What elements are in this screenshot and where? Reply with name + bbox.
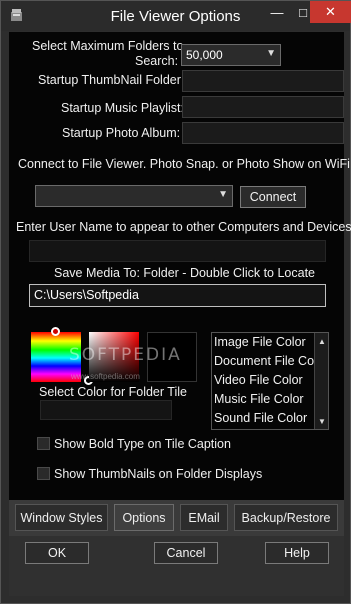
tab-bar: Window Styles Options EMail Backup/Resto…	[9, 500, 344, 536]
list-item[interactable]: Image File Color	[212, 333, 328, 352]
music-playlist-label: Startup Music Playlist:	[61, 101, 184, 115]
tab-email[interactable]: EMail	[180, 504, 228, 531]
help-button[interactable]: Help	[265, 542, 329, 564]
photo-album-field[interactable]	[182, 122, 344, 144]
thumbnail-folder-field[interactable]	[182, 70, 344, 92]
thumbnails-checkbox[interactable]	[37, 467, 50, 480]
list-item[interactable]: Video File Color	[212, 371, 328, 390]
scroll-up-icon[interactable]: ▲	[316, 334, 328, 348]
select-color-label: Select Color for Folder Tile	[39, 385, 187, 399]
list-item[interactable]: Sound File Color	[212, 409, 328, 428]
music-playlist-field[interactable]	[182, 96, 344, 118]
hue-selector-dot[interactable]	[51, 327, 60, 336]
list-scrollbar[interactable]: ▲ ▼	[314, 333, 328, 429]
thumbnail-folder-label: Startup ThumbNail Folder:	[38, 73, 185, 87]
max-folders-label-line1: Select Maximum Folders to	[32, 39, 184, 53]
bold-caption-label: Show Bold Type on Tile Caption	[54, 437, 231, 451]
wifi-device-select[interactable]: ▼	[35, 185, 233, 207]
username-label: Enter User Name to appear to other Compu…	[16, 220, 351, 234]
file-color-list[interactable]: Image File Color Document File Color Vid…	[211, 332, 329, 430]
close-button[interactable]: ✕	[310, 1, 351, 23]
save-media-path-input[interactable]: C:\Users\Softpedia	[29, 284, 326, 307]
list-item[interactable]: Document File Color	[212, 352, 328, 371]
save-media-label: Save Media To: Folder - Double Click to …	[54, 266, 316, 280]
cancel-button[interactable]: Cancel	[154, 542, 218, 564]
username-field[interactable]	[29, 240, 326, 262]
tab-backup-restore[interactable]: Backup/Restore	[234, 504, 338, 531]
chevron-down-icon: ▼	[266, 48, 276, 59]
thumbnails-label: Show ThumbNails on Folder Displays	[54, 467, 263, 481]
minimize-button[interactable]: —	[263, 1, 291, 23]
max-folders-value: 50,000	[186, 48, 223, 62]
wifi-connect-label: Connect to File Viewer. Photo Snap. or P…	[18, 157, 350, 171]
list-item[interactable]: Music File Color	[212, 390, 328, 409]
max-folders-select[interactable]: 50,000 ▼	[181, 44, 281, 66]
ok-button[interactable]: OK	[25, 542, 89, 564]
folder-tile-color-field[interactable]	[40, 400, 172, 420]
watermark-logo: SOFTPEDIA	[69, 345, 182, 365]
title-bar[interactable]: File Viewer Options — □ ✕	[1, 1, 351, 31]
bold-caption-checkbox[interactable]	[37, 437, 50, 450]
watermark-url: www.softpedia.com	[71, 372, 140, 381]
options-panel: Select Maximum Folders to Search: 50,000…	[9, 32, 351, 500]
scroll-down-icon[interactable]: ▼	[316, 414, 328, 428]
dialog-button-bar: OK Cancel Help	[9, 536, 344, 596]
connect-button[interactable]: Connect	[240, 186, 306, 208]
tab-window-styles[interactable]: Window Styles	[15, 504, 108, 531]
photo-album-label: Startup Photo Album:	[62, 126, 181, 140]
tab-options[interactable]: Options	[114, 504, 174, 531]
file-viewer-options-window: File Viewer Options — □ ✕ Select Maximum…	[0, 0, 351, 604]
chevron-down-icon: ▼	[218, 189, 228, 200]
max-folders-label-line2: Search:	[135, 54, 179, 68]
